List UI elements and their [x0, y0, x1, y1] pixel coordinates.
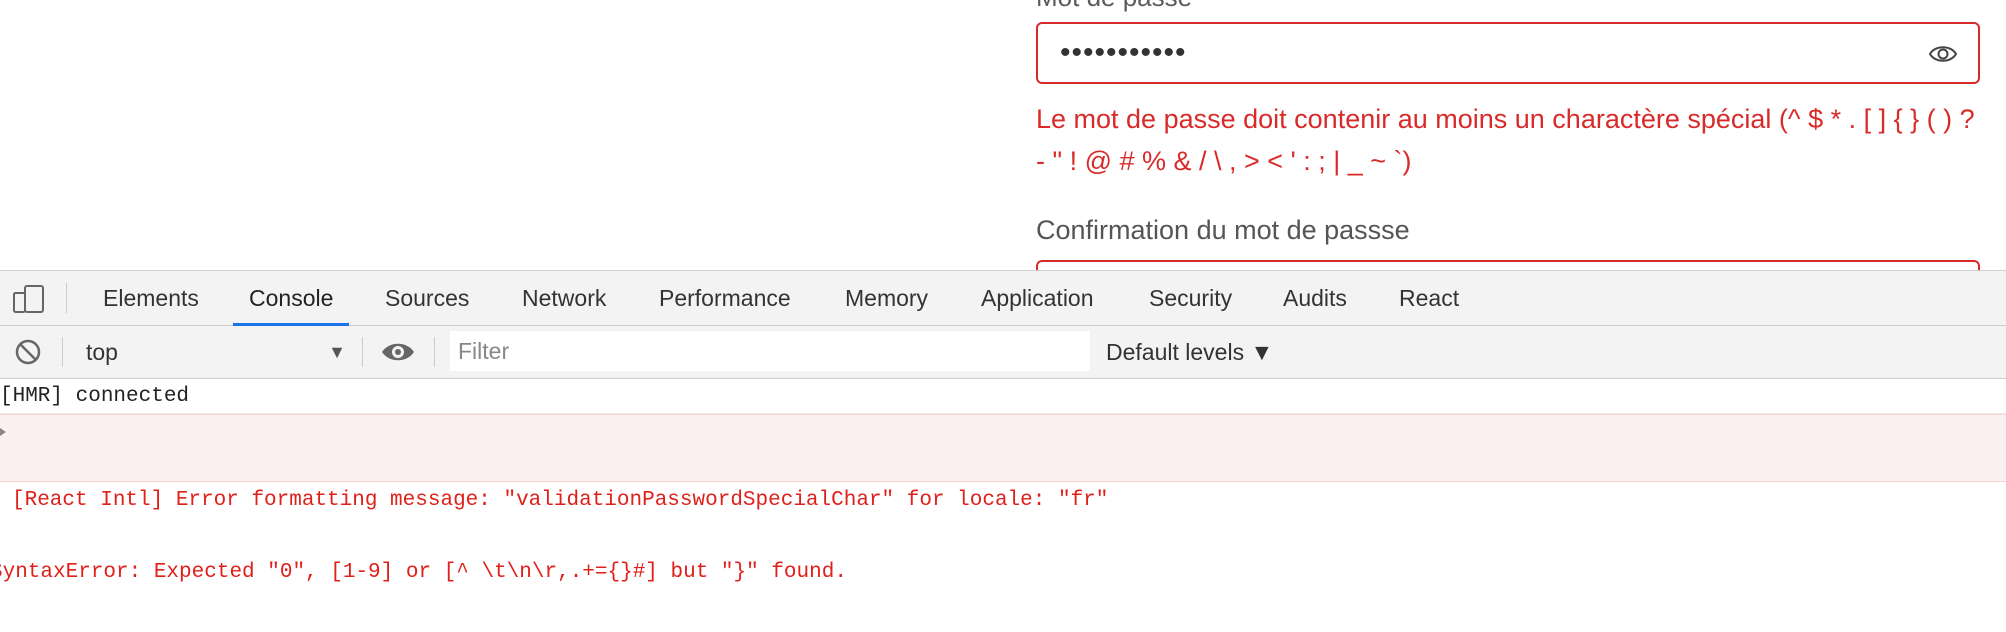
tabbar-separator — [66, 283, 67, 313]
password-label: Mot de passe — [1036, 0, 1192, 10]
context-selector[interactable]: top ▼ — [86, 326, 346, 378]
toolbar-separator — [434, 337, 435, 367]
console-log-line: [HMR] connected — [0, 379, 2006, 414]
tab-elements[interactable]: Elements — [103, 271, 199, 325]
tab-performance[interactable]: Performance — [659, 271, 791, 325]
confirm-password-label: Confirmation du mot de passse — [1036, 215, 1410, 245]
live-expression-eye-icon[interactable] — [380, 339, 416, 365]
device-toolbar-icon[interactable] — [12, 284, 46, 314]
console-output: [HMR] connected [React Intl] Error forma… — [0, 379, 2006, 584]
clear-console-icon[interactable] — [14, 338, 42, 366]
devtools-panel: Elements Console Sources Network Perform… — [0, 270, 2006, 584]
console-error-entry: [React Intl] Error formatting message: "… — [0, 414, 2006, 584]
tab-audits[interactable]: Audits — [1283, 271, 1347, 325]
log-levels-dropdown[interactable]: Default levels ▼ — [1106, 326, 1273, 378]
tab-security[interactable]: Security — [1149, 271, 1232, 325]
confirm-password-field[interactable] — [1036, 260, 1980, 270]
devtools-tabbar: Elements Console Sources Network Perform… — [0, 271, 2006, 326]
show-password-icon[interactable] — [1928, 40, 1958, 68]
toolbar-separator — [62, 337, 63, 367]
console-toolbar: top ▼ Default levels ▼ — [0, 326, 2006, 379]
password-field[interactable]: ••••••••••• — [1036, 22, 1980, 84]
password-error-message: Le mot de passe doit contenir au moins u… — [1036, 104, 1975, 176]
dropdown-arrow-icon: ▼ — [328, 342, 346, 362]
toolbar-separator — [362, 337, 363, 367]
tab-console[interactable]: Console — [232, 271, 350, 326]
tab-react[interactable]: React — [1399, 271, 1459, 325]
console-error-line: SyntaxError: Expected "0", [1-9] or [^ \… — [0, 561, 847, 584]
tab-sources[interactable]: Sources — [385, 271, 469, 325]
tab-memory[interactable]: Memory — [845, 271, 928, 325]
tab-network[interactable]: Network — [522, 271, 606, 325]
context-value: top — [86, 339, 118, 365]
expand-triangle-icon[interactable] — [0, 428, 6, 436]
tab-application[interactable]: Application — [981, 271, 1094, 325]
web-page: Mot de passe ••••••••••• Le mot de passe… — [0, 0, 2006, 270]
password-value[interactable]: ••••••••••• — [1060, 38, 1187, 68]
console-filter-input[interactable] — [450, 331, 1090, 371]
